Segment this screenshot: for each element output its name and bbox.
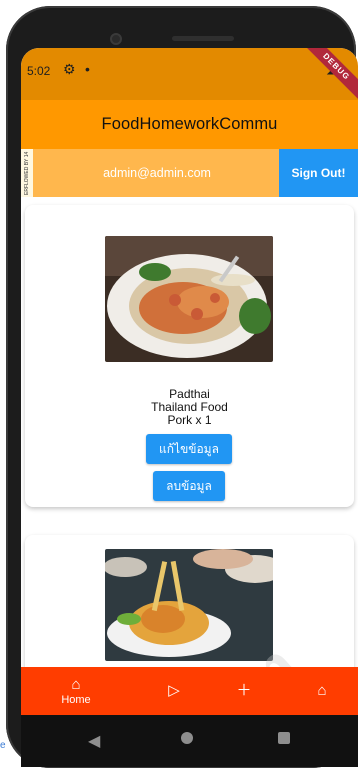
back-icon[interactable]: ◀ [88, 731, 100, 751]
camera-icon [110, 33, 122, 45]
speaker-grille [172, 36, 234, 41]
edit-button[interactable]: แก้ไขข้อมูล [146, 434, 232, 464]
food-photo [105, 236, 273, 362]
app-bar: FoodHomeworkCommu [21, 100, 358, 149]
overflow-banner: ERFLOWED BY 14 [21, 149, 33, 197]
nav-home[interactable]: ⌂ Home [49, 667, 103, 715]
store-icon: ⌂ [317, 682, 327, 699]
device-frame: 5:02 ⚙ • ◢ DEBUG FoodHomeworkCommu ERFLO… [0, 0, 358, 771]
app-title: FoodHomeworkCommu [101, 115, 278, 133]
food-name: Padthai [169, 387, 210, 401]
nav-store[interactable]: ⌂ [307, 667, 337, 715]
gear-icon: ⚙ [63, 61, 76, 77]
nav-add[interactable]: ＋ [229, 667, 259, 715]
food-list[interactable]: Padthai Thailand Food Pork x 1 แก้ไขข้อม… [21, 197, 358, 667]
user-bar: ERFLOWED BY 14 admin@admin.com Sign Out! [21, 149, 358, 197]
home-circle-icon[interactable] [181, 732, 193, 744]
food-card: Padthai Thailand Food Pork x 1 แก้ไขข้อม… [25, 205, 354, 507]
food-meat: Pork x 1 [167, 413, 212, 427]
status-time: 5:02 [27, 64, 51, 78]
notification-dot: • [85, 61, 90, 77]
side-glyph: e [0, 740, 6, 751]
app-screen: 5:02 ⚙ • ◢ DEBUG FoodHomeworkCommu ERFLO… [21, 48, 358, 715]
user-email: admin@admin.com [103, 166, 211, 180]
play-icon: ▷ [168, 682, 180, 699]
nav-play[interactable]: ▷ [159, 667, 189, 715]
sign-out-button[interactable]: Sign Out! [279, 149, 358, 197]
add-icon: ＋ [236, 682, 252, 699]
system-nav-bar: ◀ [21, 715, 358, 767]
food-card [25, 535, 354, 667]
food-photo [105, 549, 273, 661]
delete-button[interactable]: ลบข้อมูล [153, 471, 225, 501]
debug-ribbon: DEBUG [297, 48, 358, 106]
home-icon: ⌂ [71, 675, 81, 693]
recent-apps-icon[interactable] [278, 732, 290, 744]
status-bar: 5:02 ⚙ • ◢ DEBUG [21, 48, 358, 106]
bottom-nav: ⌂ Home ▷ ＋ ⌂ [21, 667, 358, 715]
food-type: Thailand Food [151, 400, 228, 414]
nav-home-label: Home [61, 693, 91, 706]
